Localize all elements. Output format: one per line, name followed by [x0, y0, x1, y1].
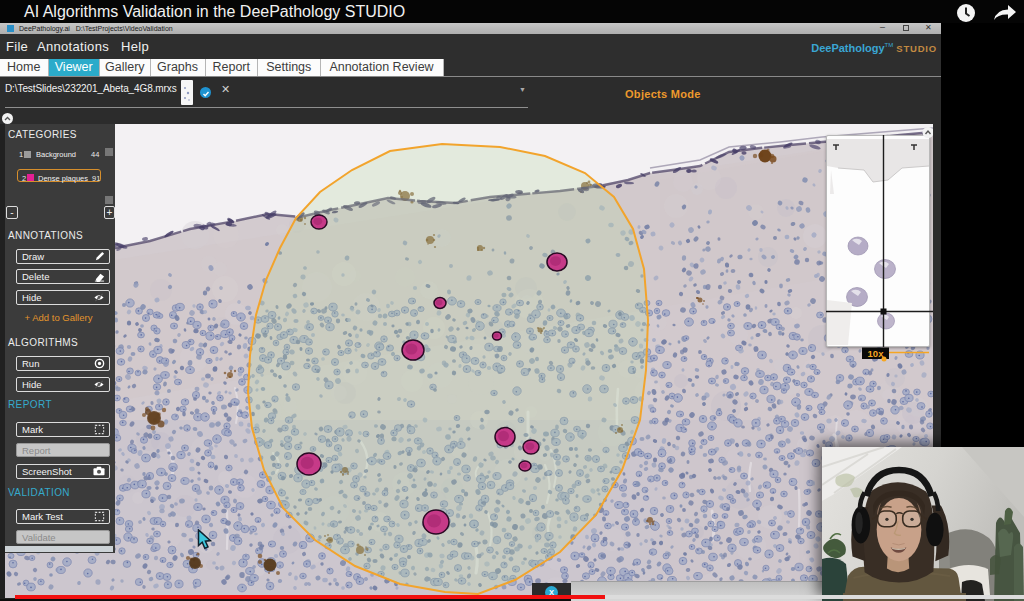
- svg-text:10x: 10x: [868, 348, 885, 359]
